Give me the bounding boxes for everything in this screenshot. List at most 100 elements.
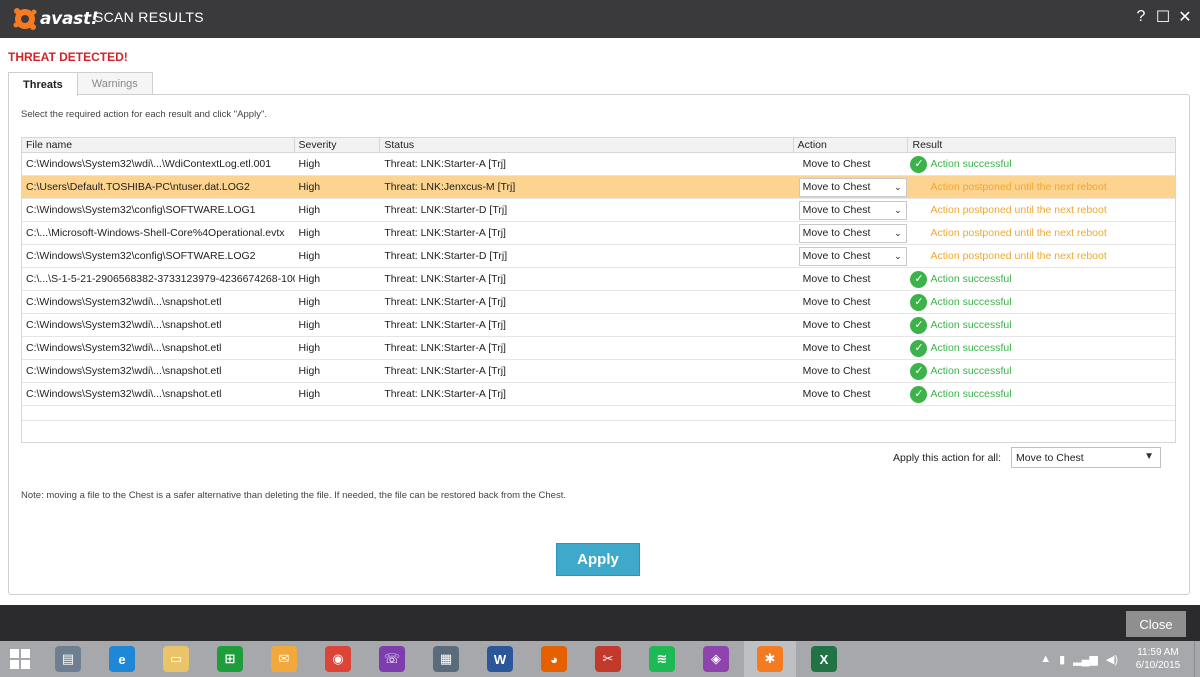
column-header-severity[interactable]: Severity: [295, 138, 381, 152]
chest-note: Note: moving a file to the Chest is a sa…: [21, 490, 566, 501]
cell-status: Threat: LNK:Starter-A [Trj]: [384, 273, 506, 285]
results-table: File name Severity Status Action Result …: [21, 137, 1176, 443]
table-row[interactable]: C:\Windows\System32\wdi\...\snapshot.etl…: [22, 291, 1175, 314]
taskbar-app-button[interactable]: ◕: [528, 641, 580, 677]
volume-icon[interactable]: ◀): [1106, 653, 1118, 666]
table-row[interactable]: C:\Windows\System32\config\SOFTWARE.LOG1…: [22, 199, 1175, 222]
cell-action: Move to Chest⌄: [794, 176, 909, 198]
chevron-down-icon: ▼: [1144, 451, 1154, 462]
cell-action: Move to Chest⌄: [794, 199, 909, 221]
result-text: Action postponed until the next reboot: [930, 181, 1107, 193]
cell-status: Threat: LNK:Starter-A [Trj]: [384, 388, 506, 400]
cell-action: Move to Chest⌄: [794, 383, 909, 405]
taskbar-app-button[interactable]: ✉: [258, 641, 310, 677]
result-text: Action successful: [930, 158, 1012, 170]
game-icon: ◈: [703, 646, 729, 672]
taskbar-app-button[interactable]: ▤: [42, 641, 94, 677]
apply-all-dropdown[interactable]: Move to Chest ▼: [1011, 447, 1161, 468]
taskbar-app-button[interactable]: ☏: [366, 641, 418, 677]
table-row[interactable]: C:\...\Microsoft-Windows-Shell-Core%4Ope…: [22, 222, 1175, 245]
maximize-icon[interactable]: ☐: [1154, 6, 1172, 28]
taskbar-app-button[interactable]: ✱: [744, 641, 796, 677]
action-dropdown[interactable]: Move to Chest⌄: [798, 224, 907, 243]
taskbar-app-button[interactable]: ▦: [420, 641, 472, 677]
taskbar-app-button[interactable]: ◈: [690, 641, 742, 677]
taskbar-app-button[interactable]: ≋: [636, 641, 688, 677]
check-circle-icon: ✓: [910, 293, 928, 311]
cell-file-name: C:\Windows\System32\wdi\...\snapshot.etl: [26, 365, 222, 377]
show-desktop-button[interactable]: [1194, 641, 1200, 677]
windows-taskbar: ▤ e ▭ ⊞ ✉ ◉ ☏ ▦ W ◕ ✂ ≋ ◈ ✱ X ▲ ▮ ▂▄▆ ◀) 11:59 AM 6/10…: [0, 641, 1200, 677]
action-dropdown[interactable]: Move to Chest⌄: [798, 178, 907, 197]
table-row[interactable]: C:\Users\Default.TOSHIBA-PC\ntuser.dat.L…: [22, 176, 1175, 199]
check-circle-icon: ✓: [910, 155, 928, 173]
cell-action: Move to Chest⌄: [794, 291, 909, 313]
table-row[interactable]: C:\Windows\System32\wdi\...\snapshot.etl…: [22, 360, 1175, 383]
taskbar-app-button[interactable]: W: [474, 641, 526, 677]
cell-result: Action postponed until the next reboot: [908, 199, 1175, 221]
action-dropdown[interactable]: Move to Chest⌄: [799, 270, 907, 289]
taskbar-app-button[interactable]: ✂: [582, 641, 634, 677]
outlook-icon: ✉: [271, 646, 297, 672]
action-dropdown[interactable]: Move to Chest⌄: [798, 201, 907, 220]
result-tabs: Threats Warnings: [8, 72, 153, 96]
taskbar-app-button[interactable]: X: [798, 641, 850, 677]
table-row[interactable]: C:\Windows\System32\wdi\...\snapshot.etl…: [22, 383, 1175, 406]
start-button[interactable]: [0, 641, 40, 677]
cell-file-name: C:\Windows\System32\config\SOFTWARE.LOG1: [26, 204, 256, 216]
action-dropdown[interactable]: Move to Chest⌄: [799, 362, 907, 381]
column-header-result[interactable]: Result: [908, 138, 1175, 152]
battery-icon[interactable]: ▮: [1059, 653, 1065, 666]
taskbar-app-button[interactable]: e: [96, 641, 148, 677]
check-circle-icon: ✓: [910, 362, 928, 380]
action-value: Move to Chest: [802, 273, 871, 285]
action-dropdown[interactable]: Move to Chest⌄: [798, 247, 907, 266]
column-header-status[interactable]: Status: [380, 138, 794, 152]
cell-result: Action postponed until the next reboot: [908, 245, 1175, 267]
taskbar-app-button[interactable]: ◉: [312, 641, 364, 677]
action-dropdown[interactable]: Move to Chest⌄: [799, 385, 907, 404]
taskbar-clock[interactable]: 11:59 AM 6/10/2015: [1132, 646, 1184, 672]
action-dropdown[interactable]: Move to Chest⌄: [799, 155, 907, 174]
result-text: Action postponed until the next reboot: [930, 227, 1107, 239]
column-header-file-name[interactable]: File name: [22, 138, 295, 152]
network-icon[interactable]: ▂▄▆: [1073, 653, 1098, 666]
tab-threats[interactable]: Threats: [8, 72, 78, 96]
apply-all-control: Apply this action for all: Move to Chest…: [893, 447, 1161, 468]
action-dropdown[interactable]: Move to Chest⌄: [799, 316, 907, 335]
action-dropdown[interactable]: Move to Chest⌄: [799, 339, 907, 358]
cell-severity: High: [298, 365, 321, 377]
help-icon[interactable]: ?: [1132, 6, 1150, 28]
table-row[interactable]: C:\Windows\System32\wdi\...\snapshot.etl…: [22, 314, 1175, 337]
cell-result: ✓ Action successful: [908, 291, 1175, 313]
taskbar-app-button[interactable]: ⊞: [204, 641, 256, 677]
apply-button[interactable]: Apply: [556, 543, 640, 576]
avast-icon: ✱: [757, 646, 783, 672]
cell-result: ✓ Action successful: [908, 383, 1175, 405]
action-value: Move to Chest: [802, 204, 871, 216]
close-button[interactable]: Close: [1126, 611, 1186, 637]
table-row[interactable]: C:\Windows\System32\wdi\...\snapshot.etl…: [22, 337, 1175, 360]
cell-severity: High: [298, 227, 321, 239]
chevron-down-icon: ⌄: [894, 228, 902, 238]
table-row[interactable]: C:\...\S-1-5-21-2906568382-3733123979-42…: [22, 268, 1175, 291]
cell-action: Move to Chest⌄: [794, 222, 909, 244]
tray-icons: ▲ ▮ ▂▄▆ ◀): [1040, 653, 1118, 666]
cell-severity: High: [298, 319, 321, 331]
cell-status: Threat: LNK:Starter-A [Trj]: [384, 227, 506, 239]
tab-warnings[interactable]: Warnings: [76, 72, 153, 95]
action-value: Move to Chest: [802, 342, 871, 354]
table-row[interactable]: C:\Windows\System32\wdi\...\WdiContextLo…: [22, 153, 1175, 176]
action-dropdown[interactable]: Move to Chest⌄: [799, 293, 907, 312]
table-row[interactable]: C:\Windows\System32\config\SOFTWARE.LOG2…: [22, 245, 1175, 268]
internet-explorer-icon: e: [109, 646, 135, 672]
action-value: Move to Chest: [802, 388, 871, 400]
chevron-up-icon[interactable]: ▲: [1040, 653, 1051, 666]
column-header-action[interactable]: Action: [794, 138, 909, 152]
check-circle-icon: ✓: [910, 339, 928, 357]
store-icon: ⊞: [217, 646, 243, 672]
close-icon[interactable]: ✕: [1176, 6, 1194, 28]
cell-result: ✓ Action successful: [908, 314, 1175, 336]
taskbar-app-button[interactable]: ▭: [150, 641, 202, 677]
action-value: Move to Chest: [802, 365, 871, 377]
